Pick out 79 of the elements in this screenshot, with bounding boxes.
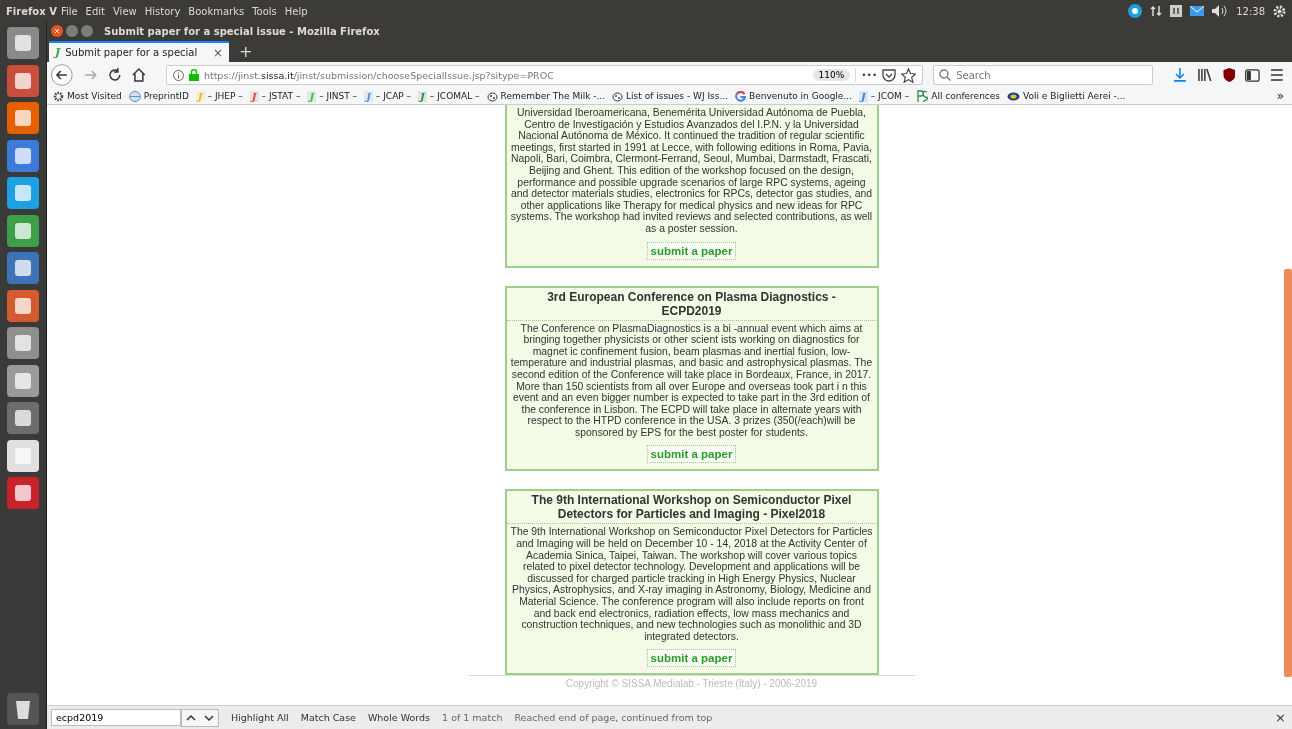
app-name: Firefox V [6, 5, 57, 17]
zoom-level-button[interactable]: 110% [812, 69, 851, 81]
menu-item[interactable]: Tools [252, 5, 277, 17]
sidebar-icon[interactable] [1245, 68, 1261, 82]
bookmark[interactable]: J – JCAP – [364, 90, 412, 102]
bookmark[interactable]: Remember The Milk -... [486, 90, 606, 102]
multicolor-g-icon [735, 90, 746, 102]
oval-logo-icon [1007, 91, 1021, 101]
close-icon[interactable] [51, 25, 63, 37]
gear-icon [53, 90, 64, 102]
bookmark[interactable]: Most Visited [53, 90, 122, 102]
home-icon[interactable] [132, 68, 146, 82]
menu-item[interactable]: History [144, 5, 181, 17]
find-field[interactable]: ecpd2019 [51, 709, 181, 726]
shield-icon[interactable] [1222, 68, 1236, 82]
conference-description: The 9th International Workshop on Semiconductor Pixel Detectors for Particles and Imaging will be held on December 10 - 14, 2018 at the Activity Center of Academia Sinica, Taipei, Taiwan. The workshop will cover various topics related to pixel detector technology. Development and applications will be discussed for charged particle tracking in High Energy Physics, Nuclear Physics, Astrophysics, and X-ray imaging in Astronomy, Biology, Medicine and Material Science. The conference program will also include reports on front and back end electronics, radiation effects, low mass mechanics and construction techniques, and new technologies such as monolithic and 3D integrated detectors. [509, 525, 874, 643]
window-title: Submit paper for a special issue - Mozilla Firefox [104, 25, 380, 37]
bookmark[interactable]: All conferences [916, 90, 1001, 102]
find-option-toggle[interactable]: Whole Words [367, 711, 431, 724]
copyright-text: Copyright © SISSA Medialab - Trieste (Italy) - 2006-2019 [565, 678, 818, 690]
close-tab-button[interactable]: × [212, 45, 223, 60]
more-bookmarks-button[interactable]: » [1276, 89, 1284, 103]
scrollbar-thumb[interactable] [1284, 269, 1292, 677]
menu-item[interactable]: Edit [85, 5, 105, 17]
menu-item[interactable]: File [60, 5, 78, 17]
bookmark[interactable]: J – JCOMAL – [418, 90, 480, 102]
conference-description: The Conference on PlasmaDiagnostics is a bi -annual event which aims at bringing together physicists or other scient ists working on diagnostics for magnet ic confinement fusion, beam plasmas and inertial fusion, low-temperature and industrial plasmas, and basic and astrophysical plasmas. The second edition of the Conference will take place in Bordeaux, France, in 2017. More than 150 scientists from all over Europe and overseas took part i n this event and an even bigger number is expected to take part in the 3rd edition of the conference in Lisbon. The ECPD will take place in alternate years with respect to the HTPD conference in the USA. 3 prizes (350(/each)will be sponsored by EPS for the best poster for students. [509, 321, 874, 439]
page-actions-button[interactable]: ••• [861, 70, 878, 80]
journal-favicon: J [195, 90, 205, 102]
submit-paper-link[interactable]: submit a paper [646, 445, 737, 464]
globe-icon [128, 90, 141, 102]
clock[interactable]: 12:38 [1236, 5, 1265, 17]
reload-icon[interactable] [108, 68, 123, 82]
bookmark[interactable]: J – JINST – [307, 90, 358, 102]
lock-icon [188, 69, 199, 81]
find-status: Reached end of page, continued from top [514, 712, 713, 723]
star-icon[interactable] [901, 67, 917, 83]
bookmark[interactable]: List of issues - WJ Iss... [612, 90, 728, 102]
tab-favicon: J [55, 46, 61, 59]
journal-favicon: J [418, 90, 427, 102]
library-icon[interactable] [1196, 68, 1213, 82]
search-icon [939, 69, 952, 81]
volume-icon[interactable] [1212, 5, 1229, 17]
pocket-icon[interactable] [882, 68, 897, 82]
conference-description: Universidad Iberoamericana, Benemérita Universidad Autónoma de Puebla, Centro de Investigación y Estudios Avanzados del I.P.N. y la Universidad Nacional Autónoma de México. It continued the tradition of regular scientific meetings, first started in 1991 at Lecce, with following editions in Roma, Pavia, Napoli, Bari, Coimbra, Clermont-Ferrand, Seoul, Mumbai, Darmstadt, Frascati, Beijing and Ghent. This edition of the workshop focused on the design, performance and possible upgrade scenarios of large RPC systems, ageing and detector materials studies, electronics for RPCs, detector gas studies, and other applications like Therapy for medical physics and new ideas for RPC systems. The workshop had invited reviews and selected contributions, as well as a poster session. [509, 106, 874, 235]
download-icon[interactable] [1173, 68, 1187, 82]
bookmark[interactable]: J – JHEP – [195, 90, 243, 102]
close-find-bar-button[interactable]: × [1275, 710, 1286, 725]
conference-title: The 9th International Workshop on Semiconductor Pixel Detectors for Particles and Imaging - Pixel2018 [506, 491, 877, 525]
bookmark[interactable]: Voli e Biglietti Aerei -... [1007, 91, 1126, 101]
menu-item[interactable]: Bookmarks [188, 5, 245, 17]
monogram-icon [916, 90, 929, 102]
menu-icon[interactable] [1270, 69, 1284, 81]
menu-item[interactable]: View [113, 5, 137, 17]
match-count: 1 of 1 match [442, 712, 503, 723]
journal-favicon: J [859, 90, 868, 102]
find-option-toggle[interactable]: Match Case [300, 711, 356, 724]
trash-icon[interactable] [6, 692, 40, 726]
journal-favicon: J [307, 90, 317, 102]
maximize-icon[interactable] [81, 25, 93, 37]
info-icon[interactable] [172, 69, 184, 81]
journal-favicon: J [364, 90, 373, 102]
bookmark[interactable]: PreprintID [128, 90, 189, 102]
bookmark[interactable]: J – JSTAT – [249, 90, 301, 102]
submit-paper-link[interactable]: submit a paper [646, 241, 737, 260]
search-field[interactable]: Search [933, 65, 1154, 85]
journal-favicon: J [249, 90, 259, 102]
network-arrows-icon[interactable] [1150, 5, 1163, 17]
find-option-toggle[interactable]: Highlight All [231, 711, 289, 724]
back-icon[interactable] [51, 64, 73, 86]
menu-item[interactable]: Help [284, 5, 308, 17]
conference-title: 3rd European Conference on Plasma Diagnostics - ECPD2019 [506, 287, 877, 321]
browser-tab[interactable]: J Submit paper for a special × [49, 41, 229, 62]
submit-paper-link[interactable]: submit a paper [646, 649, 737, 668]
url-text: https://jinst.sissa.it/jinst/submission/chooseSpecialIssue.jsp?sitype=PROC [203, 69, 554, 81]
address-bar[interactable]: https://jinst.sissa.it/jinst/submission/chooseSpecialIssue.jsp?sitype=PROC 110% ••• [165, 65, 924, 85]
new-tab-button[interactable]: + [229, 41, 263, 61]
bookmark[interactable]: Benvenuto in Google... [735, 90, 852, 102]
bookmark[interactable]: J – JCOM – [859, 90, 910, 102]
